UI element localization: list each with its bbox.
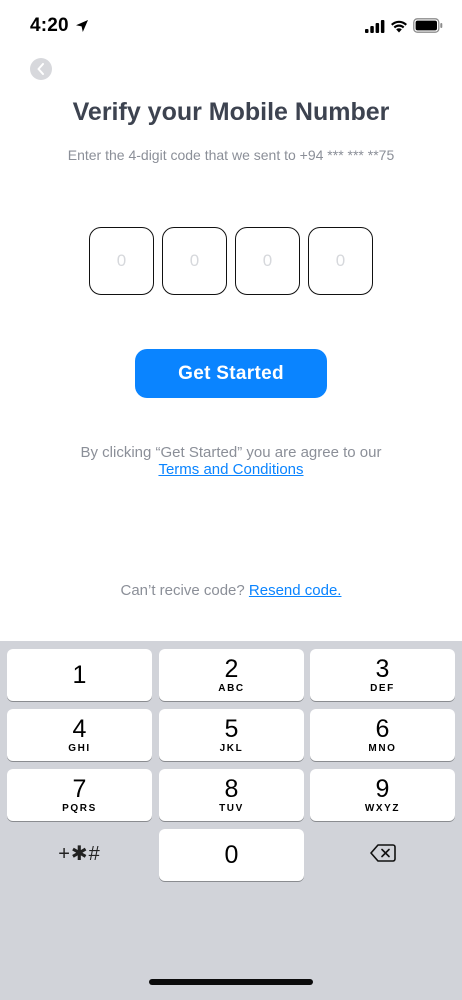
code-digit-1[interactable]: 0 bbox=[89, 227, 154, 295]
backspace-icon bbox=[369, 844, 396, 862]
key-1[interactable]: 1 bbox=[7, 649, 152, 701]
wifi-icon bbox=[391, 20, 407, 33]
key-0[interactable]: 0 bbox=[159, 829, 304, 881]
page-subtitle: Enter the 4-digit code that we sent to +… bbox=[67, 147, 395, 163]
location-arrow-icon bbox=[76, 20, 88, 32]
numeric-keypad: 1 2 ABC 3 DEF 4 GHI 5 JKL 6 MNO 7 PQRS 8… bbox=[0, 641, 462, 1000]
key-4[interactable]: 4 GHI bbox=[7, 709, 152, 761]
key-7[interactable]: 7 PQRS bbox=[7, 769, 152, 821]
key-digit: 9 bbox=[375, 775, 390, 803]
key-letters: TUV bbox=[219, 803, 244, 814]
key-digit: 4 bbox=[72, 715, 87, 743]
key-letters: MNO bbox=[368, 743, 397, 754]
key-letters: PQRS bbox=[62, 803, 97, 814]
resend-row: Can’t recive code? Resend code. bbox=[0, 582, 462, 599]
key-digit: 2 bbox=[224, 655, 239, 683]
key-9[interactable]: 9 WXYZ bbox=[310, 769, 455, 821]
resend-prompt: Can’t recive code? bbox=[120, 582, 245, 599]
key-2[interactable]: 2 ABC bbox=[159, 649, 304, 701]
code-digit-4[interactable]: 0 bbox=[308, 227, 373, 295]
key-3[interactable]: 3 DEF bbox=[310, 649, 455, 701]
chevron-left-icon bbox=[37, 63, 44, 75]
key-digit: 7 bbox=[72, 775, 87, 803]
home-indicator[interactable] bbox=[149, 979, 313, 985]
status-time: 4:20 bbox=[30, 15, 69, 36]
key-5[interactable]: 5 JKL bbox=[159, 709, 304, 761]
terms-link[interactable]: Terms and Conditions bbox=[0, 461, 462, 478]
key-6[interactable]: 6 MNO bbox=[310, 709, 455, 761]
key-symbols[interactable]: +✱# bbox=[7, 827, 152, 879]
key-8[interactable]: 8 TUV bbox=[159, 769, 304, 821]
symbols-label: +✱# bbox=[58, 842, 101, 865]
key-digit: 6 bbox=[375, 715, 390, 743]
key-letters: ABC bbox=[218, 683, 245, 694]
key-digit: 1 bbox=[72, 660, 87, 689]
code-digit-3[interactable]: 0 bbox=[235, 227, 300, 295]
key-letters: GHI bbox=[68, 743, 91, 754]
code-digit-2[interactable]: 0 bbox=[162, 227, 227, 295]
key-digit: 8 bbox=[224, 775, 239, 803]
resend-link[interactable]: Resend code. bbox=[249, 582, 342, 599]
key-digit: 0 bbox=[224, 841, 239, 869]
key-digit: 3 bbox=[375, 655, 390, 683]
signal-icon bbox=[365, 20, 385, 33]
key-letters: WXYZ bbox=[364, 803, 401, 814]
key-digit: 5 bbox=[224, 715, 239, 743]
battery-icon bbox=[413, 18, 443, 33]
key-letters: JKL bbox=[219, 743, 244, 754]
key-letters: DEF bbox=[370, 683, 395, 694]
agree-text: By clicking “Get Started” you are agree … bbox=[80, 444, 382, 461]
key-delete[interactable] bbox=[310, 827, 455, 879]
code-input-row: 0 0 0 0 bbox=[89, 227, 373, 295]
get-started-button[interactable]: Get Started bbox=[135, 349, 327, 398]
back-button[interactable] bbox=[30, 58, 52, 80]
status-bar: 4:20 bbox=[0, 0, 462, 54]
page-title: Verify your Mobile Number bbox=[72, 98, 390, 126]
